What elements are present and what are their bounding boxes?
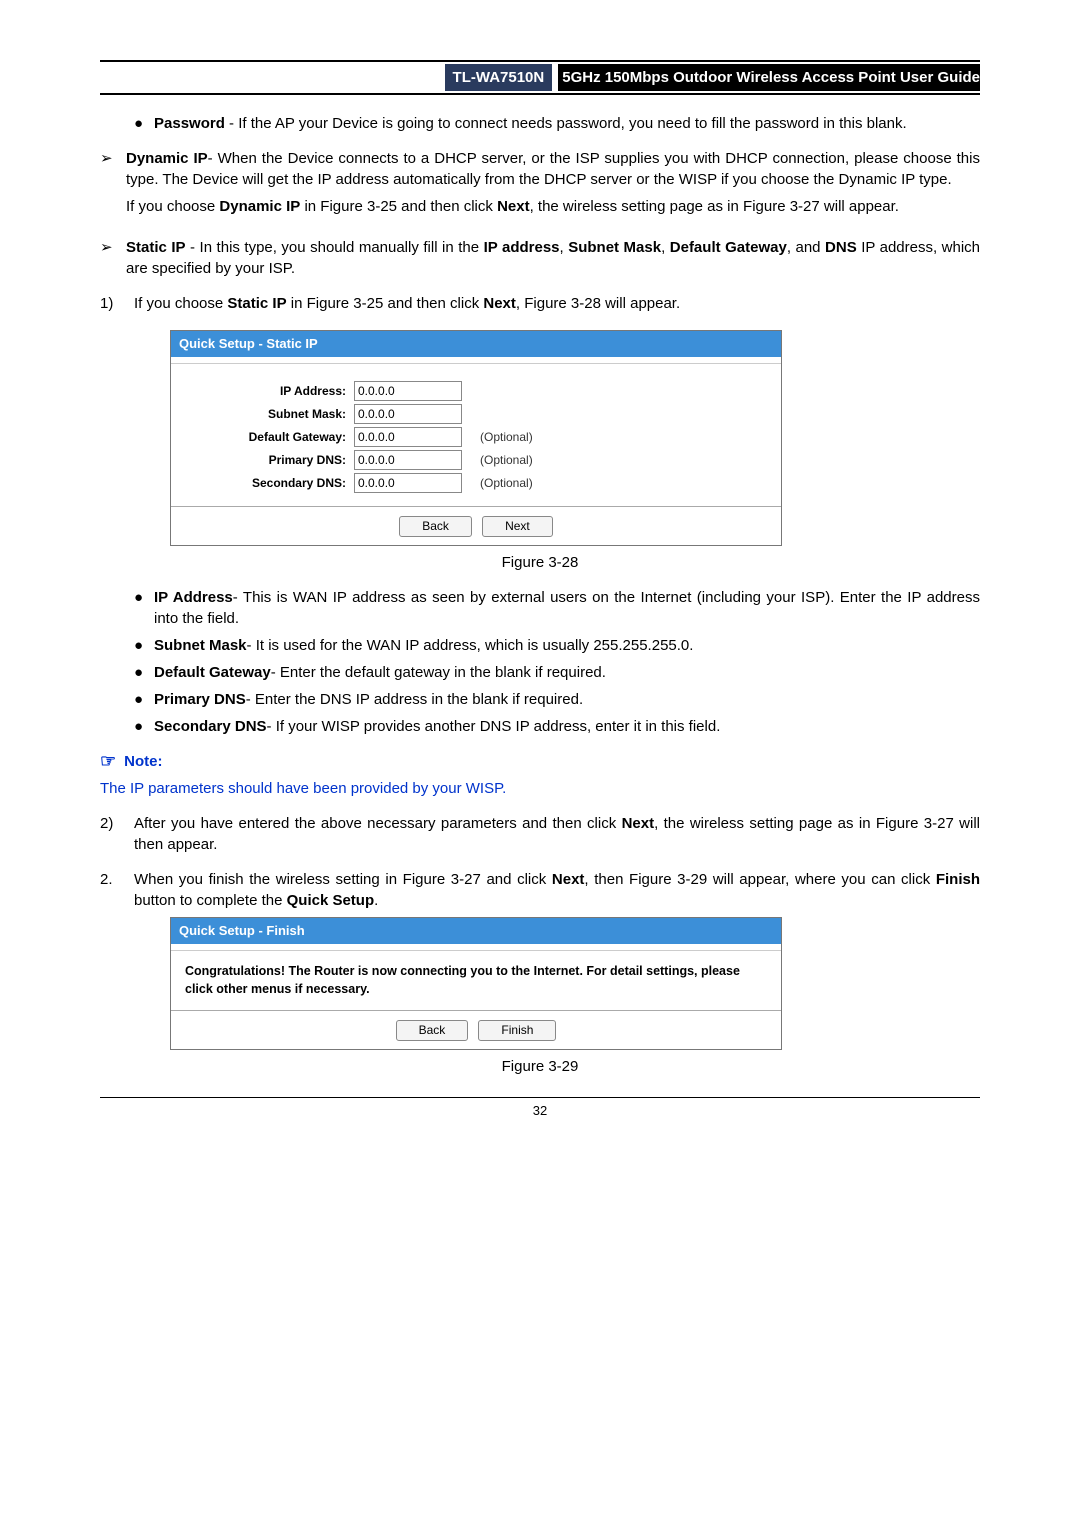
next-button[interactable]: Next — [482, 516, 553, 537]
disc-icon: ● — [134, 662, 154, 683]
figure-caption: Figure 3-29 — [100, 1056, 980, 1077]
def-secondary-dns: ● Secondary DNS- If your WISP provides a… — [134, 716, 980, 737]
footer-rule — [100, 1097, 980, 1098]
label-primary-dns: Primary DNS: — [181, 452, 354, 469]
back-button[interactable]: Back — [396, 1020, 469, 1041]
figure-3-28: Quick Setup - Static IP IP Address: 0.0.… — [170, 330, 782, 546]
label-secondary-dns: Secondary DNS: — [181, 475, 354, 492]
def-primary-dns: ● Primary DNS- Enter the DNS IP address … — [134, 689, 980, 710]
step-2-inner: 2) After you have entered the above nece… — [100, 813, 980, 855]
figure-3-29: Quick Setup - Finish Congratulations! Th… — [170, 917, 782, 1050]
input-default-gateway[interactable]: 0.0.0.0 — [354, 427, 462, 447]
def-ip-address: ● IP Address- This is WAN IP address as … — [134, 587, 980, 629]
label-default-gateway: Default Gateway: — [181, 429, 354, 446]
note-text: The IP parameters should have been provi… — [100, 778, 980, 799]
input-secondary-dns[interactable]: 0.0.0.0 — [354, 473, 462, 493]
note-heading: Note: — [100, 749, 980, 774]
step-number: 2) — [100, 813, 134, 855]
optional-tag: (Optional) — [480, 429, 533, 446]
input-ip-address[interactable]: 0.0.0.0 — [354, 381, 462, 401]
page-number: 32 — [100, 1102, 980, 1120]
def-default-gateway: ● Default Gateway- Enter the default gat… — [134, 662, 980, 683]
label-ip-address: IP Address: — [181, 383, 354, 400]
bullet-password: ● Password - If the AP your Device is go… — [134, 113, 980, 134]
step-number: 2. — [100, 869, 134, 911]
label-subnet-mask: Subnet Mask: — [181, 406, 354, 423]
figure-title: Quick Setup - Finish — [171, 918, 781, 944]
header-model: TL-WA7510N — [445, 64, 553, 91]
input-subnet-mask[interactable]: 0.0.0.0 — [354, 404, 462, 424]
step-1: 1) If you choose Static IP in Figure 3-2… — [100, 293, 980, 314]
disc-icon: ● — [134, 716, 154, 737]
header-title: 5GHz 150Mbps Outdoor Wireless Access Poi… — [558, 64, 980, 91]
doc-header: TL-WA7510N 5GHz 150Mbps Outdoor Wireless… — [100, 60, 980, 95]
finish-button[interactable]: Finish — [478, 1020, 556, 1041]
disc-icon: ● — [134, 113, 154, 134]
back-button[interactable]: Back — [399, 516, 472, 537]
def-subnet-mask: ● Subnet Mask- It is used for the WAN IP… — [134, 635, 980, 656]
figure-title: Quick Setup - Static IP — [171, 331, 781, 357]
arrow-icon — [100, 237, 126, 279]
step-2-outer: 2. When you finish the wireless setting … — [100, 869, 980, 911]
optional-tag: (Optional) — [480, 475, 533, 492]
finish-message: Congratulations! The Router is now conne… — [171, 951, 781, 1010]
optional-tag: (Optional) — [480, 452, 533, 469]
arrow-icon — [100, 148, 126, 223]
bullet-dynamic-ip: Dynamic IP- When the Device connects to … — [100, 148, 980, 223]
figure-caption: Figure 3-28 — [100, 552, 980, 573]
input-primary-dns[interactable]: 0.0.0.0 — [354, 450, 462, 470]
disc-icon: ● — [134, 635, 154, 656]
step-number: 1) — [100, 293, 134, 314]
hand-icon — [100, 749, 116, 774]
bullet-static-ip: Static IP - In this type, you should man… — [100, 237, 980, 279]
disc-icon: ● — [134, 689, 154, 710]
disc-icon: ● — [134, 587, 154, 629]
